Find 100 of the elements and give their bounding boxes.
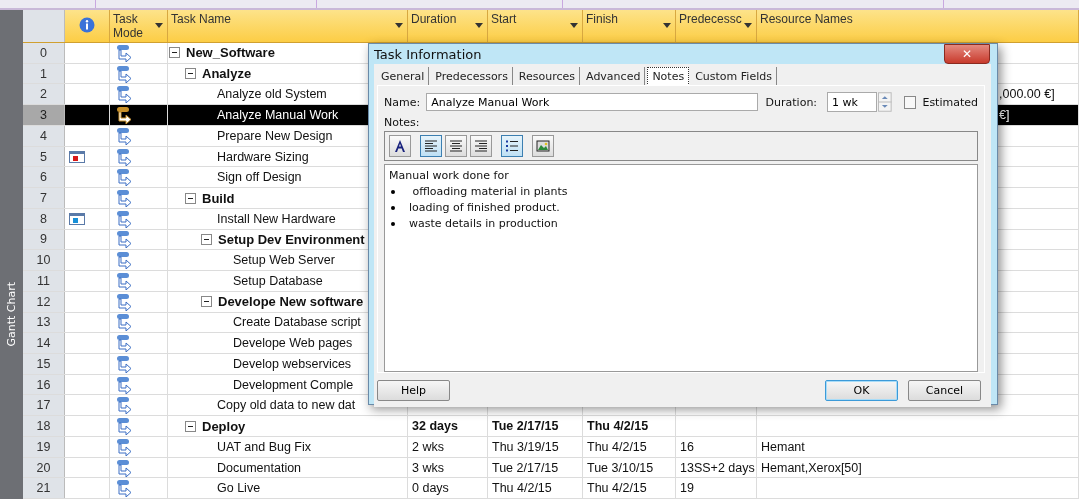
row-number[interactable]: 12 <box>23 291 65 312</box>
finish-date: Thu 4/2/15 <box>587 439 647 454</box>
row-number[interactable]: 0 <box>23 43 65 63</box>
row-number[interactable]: 14 <box>23 333 65 353</box>
start-date: Thu 3/19/15 <box>492 439 559 454</box>
notes-text: Manual work done for <box>389 168 510 184</box>
row-number[interactable]: 2 <box>23 84 65 105</box>
predecessors-value: 19 <box>680 481 694 496</box>
close-button[interactable]: ✕ <box>944 44 990 64</box>
notes-editor[interactable]: Manual work done for offloading material in plants loading of finished product. waste details in production <box>384 164 978 372</box>
task-name: Copy old data to new dat <box>217 398 356 413</box>
row-number[interactable]: 11 <box>23 271 65 291</box>
select-all-cell[interactable] <box>23 10 65 42</box>
dropdown-icon[interactable] <box>395 23 403 28</box>
dropdown-icon[interactable] <box>155 23 163 28</box>
notes-bullet-text: offloading material in plants <box>411 184 568 200</box>
dropdown-icon[interactable] <box>744 23 752 28</box>
column-header[interactable]: Task Mode <box>110 10 168 42</box>
start-date: Thu 4/2/15 <box>492 481 552 496</box>
column-header[interactable]: Resource Names <box>757 10 1079 42</box>
dialog-button[interactable]: Cancel <box>908 379 981 401</box>
task-name: Develope New software <box>218 294 364 310</box>
row-number[interactable]: 10 <box>23 250 65 271</box>
duration-label: Duration: <box>765 95 818 109</box>
font-button[interactable] <box>389 135 411 157</box>
task-name: UAT and Bug Fix <box>217 439 312 454</box>
row-number[interactable]: 1 <box>23 63 65 84</box>
column-header[interactable]: Duration <box>408 10 488 42</box>
dialog-title: Task Information <box>374 46 482 62</box>
resource-names: ,000.00 €] <box>999 87 1055 102</box>
row-number[interactable]: 16 <box>23 374 65 395</box>
task-name: Analyze Manual Work <box>217 108 339 123</box>
name-label: Name: <box>384 95 421 109</box>
row-number[interactable]: 15 <box>23 354 65 374</box>
estimated-checkbox[interactable] <box>903 95 917 109</box>
collapse-toggle[interactable] <box>185 68 196 80</box>
task-name: Develope Web pages <box>233 336 353 351</box>
column-header[interactable]: Predecessc <box>676 10 757 42</box>
align-right-button[interactable] <box>470 135 492 157</box>
finish-date: Tue 3/10/15 <box>587 460 654 475</box>
collapse-toggle[interactable] <box>201 233 212 245</box>
duration-field[interactable]: 1 wk <box>827 92 878 112</box>
dropdown-icon[interactable] <box>663 23 671 28</box>
dropdown-icon[interactable] <box>570 23 578 28</box>
task-name: Development Comple <box>233 377 354 392</box>
row-number[interactable]: 9 <box>23 229 65 250</box>
name-field[interactable]: Analyze Manual Work <box>426 93 758 111</box>
task-name: Documentation <box>217 460 302 475</box>
row-number[interactable]: 4 <box>23 125 65 146</box>
collapse-toggle[interactable] <box>169 47 180 59</box>
row-number[interactable]: 21 <box>23 478 65 499</box>
estimated-label: Estimated <box>922 95 978 109</box>
row-number[interactable]: 17 <box>23 395 65 416</box>
row-number[interactable]: 8 <box>23 208 65 229</box>
row-number[interactable]: 13 <box>23 312 65 333</box>
collapse-toggle[interactable] <box>185 192 196 204</box>
font-icon <box>392 138 408 154</box>
duration-value: 2 wks <box>412 439 444 454</box>
dialog-button[interactable]: Help <box>377 379 450 401</box>
align-center-icon <box>448 138 464 154</box>
row-number[interactable]: 19 <box>23 436 65 457</box>
task-name: Setup Database <box>233 273 323 288</box>
duration-value: 0 days <box>412 481 449 496</box>
bullet-icon <box>391 190 395 194</box>
column-header[interactable]: Finish <box>583 10 676 42</box>
task-name: Deploy <box>202 418 246 434</box>
row-number[interactable]: 6 <box>23 167 65 188</box>
bullet-list-icon <box>504 138 520 154</box>
task-name: Hardware Sizing <box>217 149 309 164</box>
row-number[interactable]: 7 <box>23 188 65 208</box>
row-number[interactable]: 5 <box>23 146 65 167</box>
notes-bullet-text: waste details in production <box>409 216 558 232</box>
task-name: Install New Hardware <box>217 211 336 226</box>
info-icon <box>79 17 95 33</box>
column-header[interactable]: Start <box>488 10 583 42</box>
column-header[interactable]: Task Name <box>168 10 408 42</box>
spinner-icon[interactable] <box>878 92 892 112</box>
start-date: Tue 2/17/15 <box>492 460 559 475</box>
insert-object-button[interactable] <box>532 135 554 157</box>
dialog-button[interactable]: OK <box>825 379 898 401</box>
task-name: Setup Web Server <box>233 253 335 268</box>
task-name: Develop webservices <box>233 356 352 371</box>
resource-names: Hemant <box>761 439 805 454</box>
row-number[interactable]: 20 <box>23 457 65 478</box>
align-left-button[interactable] <box>420 135 442 157</box>
align-center-button[interactable] <box>445 135 467 157</box>
align-right-icon <box>473 138 489 154</box>
dropdown-icon[interactable] <box>475 23 483 28</box>
row-number[interactable]: 18 <box>23 416 65 436</box>
calendar-icon <box>69 212 85 225</box>
task-name: Setup Dev Environment <box>218 231 365 247</box>
task-name: Sign off Design <box>217 170 302 185</box>
collapse-toggle[interactable] <box>201 296 212 308</box>
row-number[interactable]: 3 <box>23 105 65 125</box>
bullets-button[interactable] <box>501 135 523 157</box>
bullet-icon <box>391 222 395 226</box>
collapse-toggle[interactable] <box>185 420 196 432</box>
align-left-icon <box>423 138 439 154</box>
predecessors-value: 13SS+2 days <box>680 460 755 475</box>
notes-bullet-text: loading of finished product. <box>409 200 560 216</box>
